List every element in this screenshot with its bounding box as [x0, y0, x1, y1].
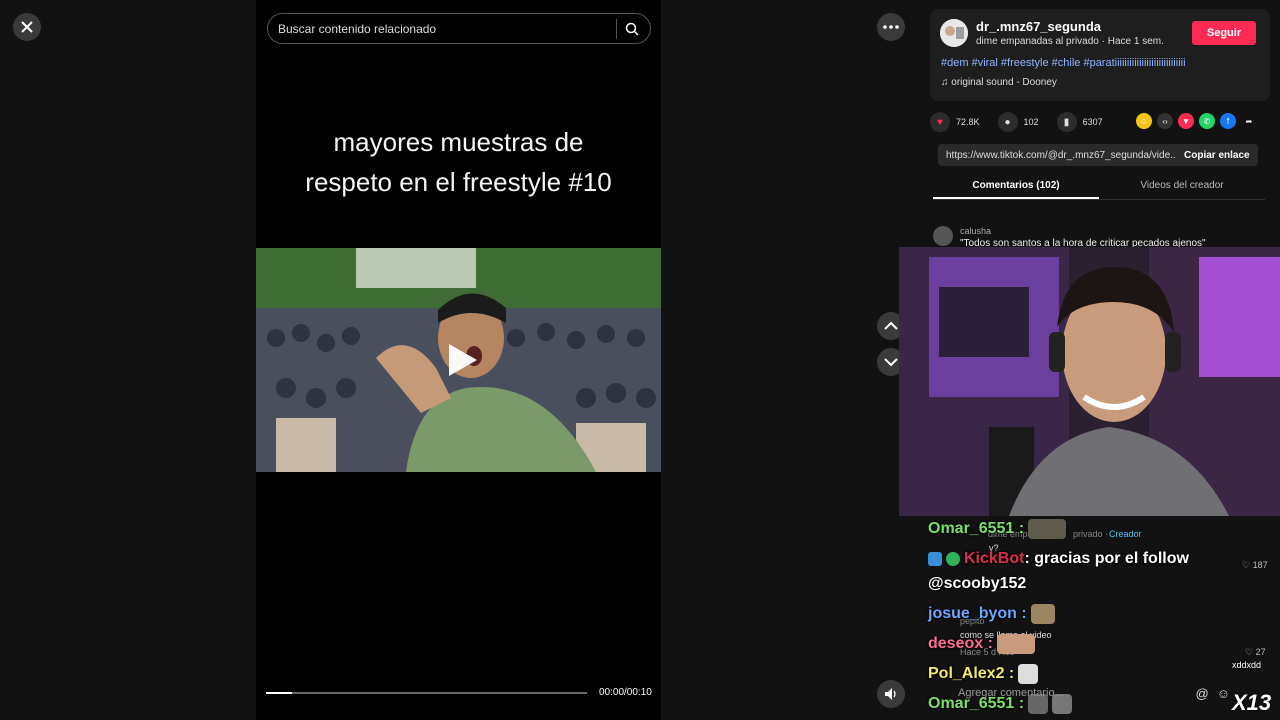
- video-area: mayores muestras de respeto en el freest…: [0, 0, 918, 720]
- volume-icon: [885, 688, 896, 700]
- sound-label: original sound - Dooney: [951, 77, 1057, 88]
- emote-icon: [1028, 519, 1067, 539]
- chat-username: @scooby152: [928, 575, 1027, 592]
- bookmark-icon: ▮: [1063, 116, 1070, 128]
- play-icon[interactable]: [441, 340, 481, 380]
- emote-icon: [1030, 604, 1055, 624]
- comment-button[interactable]: ●: [997, 112, 1018, 132]
- follow-button[interactable]: Seguir: [1192, 21, 1256, 45]
- heart-icon: ♥: [937, 116, 943, 128]
- chat-message: deseox :: [928, 629, 1035, 659]
- share-arrow-icon[interactable]: ➦: [1241, 113, 1257, 129]
- progress-fill: [266, 692, 292, 694]
- search-icon: [625, 22, 639, 36]
- creator-card: dr_.mnz67_segunda dime empanadas al priv…: [930, 9, 1270, 101]
- webcam-image: [899, 247, 1280, 516]
- link-row: https://www.tiktok.com/@dr_.mnz67_segund…: [938, 144, 1258, 166]
- creator-subline: dime empanadas al privado · Hace 1 sem.: [976, 36, 1164, 47]
- save-count: 6307: [1082, 117, 1103, 127]
- share-send-icon[interactable]: ▼: [1178, 113, 1194, 129]
- video-link[interactable]: https://www.tiktok.com/@dr_.mnz67_segund…: [938, 150, 1176, 161]
- search-button[interactable]: [617, 22, 647, 36]
- share-friends-icon[interactable]: ☺: [1136, 113, 1152, 129]
- save-button[interactable]: ▮: [1056, 112, 1077, 132]
- chevron-down-icon: [884, 358, 898, 367]
- comment-icon: ●: [1004, 116, 1011, 128]
- embed-icon[interactable]: ‹›: [1157, 113, 1173, 129]
- share-row: ☺ ‹› ▼ ✆ f ➦: [1136, 113, 1257, 129]
- like-count: 72.8K: [956, 117, 980, 127]
- like-button[interactable]: ♥: [930, 112, 950, 132]
- close-icon: [21, 21, 33, 33]
- creator-username[interactable]: dr_.mnz67_segunda: [976, 19, 1101, 34]
- volume-button[interactable]: [877, 680, 905, 708]
- video-caption: mayores muestras de respeto en el freest…: [256, 122, 661, 202]
- emoji-icon[interactable]: ☺: [1217, 686, 1230, 701]
- avatar[interactable]: [940, 19, 968, 47]
- facebook-icon[interactable]: f: [1220, 113, 1236, 129]
- comment-input[interactable]: [958, 687, 1176, 699]
- overlay-multiplier: X13: [1232, 690, 1272, 715]
- chat-message: josue_byon :: [928, 599, 1055, 629]
- tab-comments[interactable]: Comentarios (102): [933, 176, 1099, 199]
- close-button[interactable]: [13, 13, 41, 41]
- tab-creator-videos[interactable]: Videos del creador: [1099, 176, 1265, 199]
- more-icon: [883, 25, 899, 29]
- badge-icon: [928, 552, 942, 566]
- hashtags[interactable]: #dem #viral #freestyle #chile #paratiiii…: [941, 57, 1186, 69]
- chat-text: : gracias por el follow: [1024, 550, 1189, 567]
- chat-message: @scooby152: [928, 569, 1026, 599]
- chat-username: deseox :: [928, 635, 993, 652]
- search-input[interactable]: [278, 21, 608, 36]
- chat-message: Omar_6551 :: [928, 514, 1067, 544]
- avatar[interactable]: [933, 226, 953, 246]
- chevron-up-icon: [884, 321, 898, 330]
- chat-username: Omar_6551 :: [928, 520, 1025, 537]
- sound-link[interactable]: ♫ original sound - Dooney: [941, 77, 1057, 88]
- video-caption-line2: respeto en el freestyle #10: [305, 167, 612, 197]
- video-caption-line1: mayores muestras de: [333, 127, 584, 157]
- tabs: Comentarios (102) Videos del creador: [933, 176, 1265, 200]
- overlay-label: xddxdd: [1232, 660, 1262, 670]
- music-note-icon: ♫: [941, 77, 952, 88]
- webcam-overlay: [899, 247, 1280, 516]
- video-time: 00:00/00:10: [599, 687, 652, 698]
- emote-icon: [996, 634, 1035, 654]
- progress-bar[interactable]: [266, 692, 587, 694]
- chat-username: KickBot: [964, 550, 1025, 567]
- more-options-button[interactable]: [877, 13, 905, 41]
- comment-user[interactable]: calusha: [960, 226, 991, 236]
- comment-bar: @ ☺: [928, 680, 1230, 706]
- whatsapp-icon[interactable]: ✆: [1199, 113, 1215, 129]
- app-root: mayores muestras de respeto en el freest…: [0, 0, 1280, 720]
- search-bar: [267, 13, 651, 44]
- copy-link-button[interactable]: Copiar enlace: [1176, 150, 1250, 161]
- mention-icon[interactable]: @: [1196, 686, 1209, 701]
- stats-row: ♥ 72.8K ● 102 ▮ 6307: [930, 112, 1115, 132]
- comment-count: 102: [1023, 117, 1039, 127]
- chat-username: josue_byon :: [928, 605, 1027, 622]
- verified-badge-icon: [946, 552, 960, 566]
